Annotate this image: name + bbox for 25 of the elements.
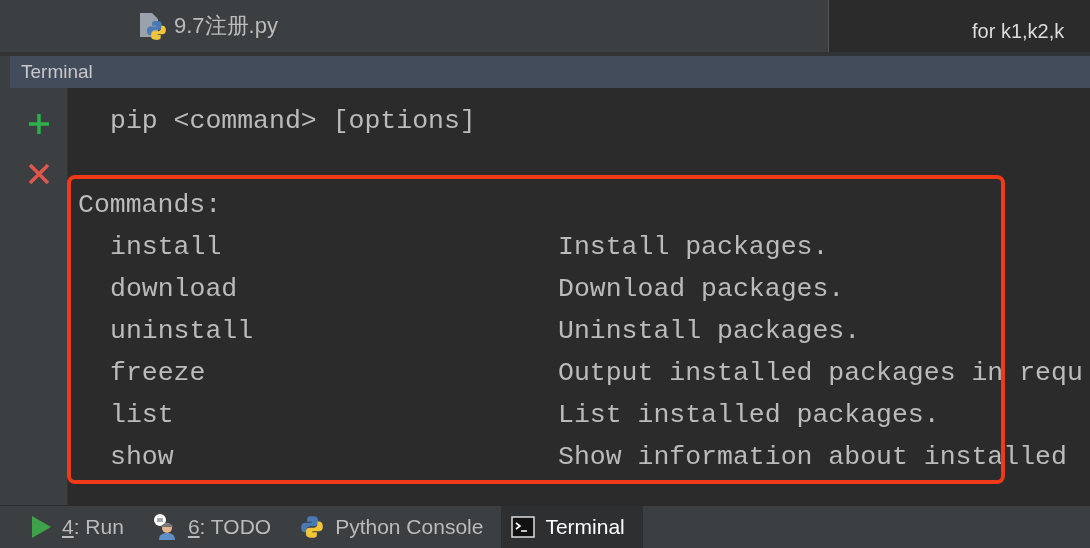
person-note-icon: [151, 514, 178, 540]
command-description: List installed packages.: [558, 400, 940, 430]
panel-title: Terminal: [21, 61, 93, 83]
play-icon: [30, 515, 52, 539]
command-name: uninstall: [110, 316, 254, 346]
command-name: freeze: [110, 358, 206, 388]
command-name: download: [110, 274, 238, 304]
command-description: Download packages.: [558, 274, 845, 304]
file-name[interactable]: 9.7注册.py: [174, 11, 278, 41]
command-name: show: [110, 442, 174, 472]
command-name: list: [110, 400, 174, 430]
tool-window-tab[interactable]: 4: Run: [20, 506, 142, 548]
section-heading: Commands:: [78, 190, 222, 220]
python-icon: [299, 514, 326, 540]
command-description: Uninstall packages.: [558, 316, 861, 346]
command-name: install: [110, 232, 222, 262]
command-description: Output installed packages in requ: [558, 358, 1083, 388]
command-description: Install packages.: [558, 232, 829, 262]
tool-window-tab[interactable]: Python Console: [289, 506, 502, 548]
terminal-icon: [511, 516, 536, 538]
tool-window-tab[interactable]: 6: TODO: [141, 506, 290, 548]
usage-line: pip <command> [options]: [110, 106, 476, 136]
python-file-icon: [138, 11, 168, 41]
code-line: for k1,k2,k: [972, 20, 1065, 43]
tool-window-tab[interactable]: Terminal: [501, 506, 643, 548]
